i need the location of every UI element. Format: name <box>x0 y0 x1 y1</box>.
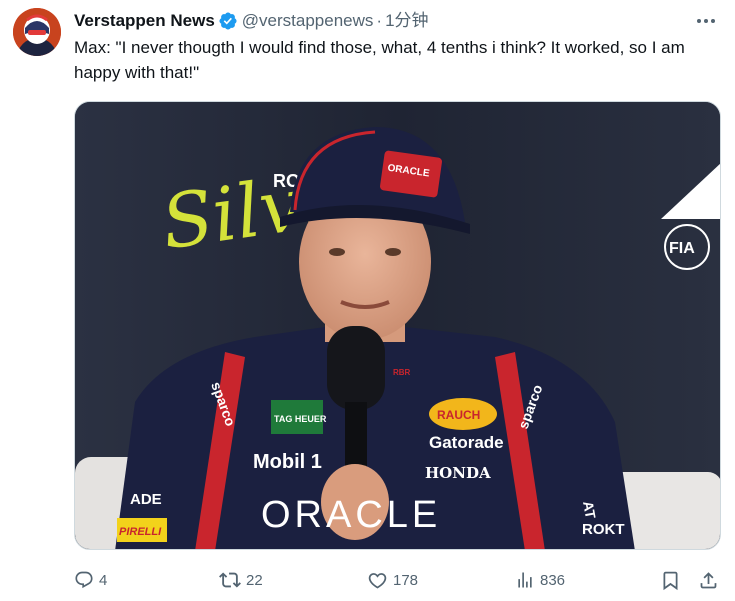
sponsor-gatorade: Gatorade <box>429 433 504 452</box>
views-count: 836 <box>540 571 566 589</box>
reply-button[interactable]: 4 <box>74 566 107 594</box>
reply-count: 4 <box>99 571 108 589</box>
more-options-icon[interactable] <box>685 9 715 33</box>
views-button[interactable]: 836 <box>515 566 565 594</box>
retweet-count: 22 <box>246 571 263 589</box>
share-icon <box>700 571 717 588</box>
user-handle[interactable]: @verstappenews <box>242 10 374 32</box>
retweet-icon <box>219 572 241 588</box>
tweet[interactable]: Verstappen News @verstappenews · 1分钟 Max… <box>0 0 735 601</box>
heart-icon <box>368 572 387 589</box>
sponsor-ade: ADE <box>130 491 162 508</box>
header-separator: · <box>376 11 383 30</box>
sponsor-tag-heuer: TAG HEUER <box>274 414 327 424</box>
tweet-header: Verstappen News @verstappenews · 1分钟 <box>74 9 715 33</box>
sponsor-at: AT <box>580 500 599 521</box>
sponsor-oracle: ORACLE <box>261 494 441 536</box>
sponsor-honda: HONDA <box>425 464 491 482</box>
timestamp[interactable]: 1分钟 <box>385 10 428 32</box>
verified-badge-icon[interactable] <box>218 11 238 31</box>
like-button[interactable]: 178 <box>367 566 418 594</box>
tweet-actions-bar: 4 22 178 836 <box>74 566 725 594</box>
retweet-button[interactable]: 22 <box>219 566 263 594</box>
sponsor-rokt: ROKT <box>582 521 625 538</box>
bookmark-icon <box>663 571 678 590</box>
display-name[interactable]: Verstappen News <box>74 10 215 32</box>
mic-rbr-badge: RBR <box>393 368 411 377</box>
avatar[interactable] <box>13 8 61 56</box>
views-chart-icon <box>518 572 532 588</box>
tweet-media-image[interactable]: Silve ROUH FIA ORACLE <box>74 101 721 550</box>
sponsor-mobil: Mobil 1 <box>253 451 322 473</box>
sponsor-pirelli: PIRELLI <box>119 526 162 538</box>
like-count: 178 <box>393 571 419 589</box>
sponsor-rauch: RAUCH <box>437 408 480 422</box>
tweet-text: Max: "I never thougth I would find those… <box>74 38 690 82</box>
share-button[interactable] <box>698 566 719 594</box>
fia-logo-text: FIA <box>669 240 695 257</box>
reply-icon <box>75 571 93 589</box>
bookmark-button[interactable] <box>660 566 681 594</box>
